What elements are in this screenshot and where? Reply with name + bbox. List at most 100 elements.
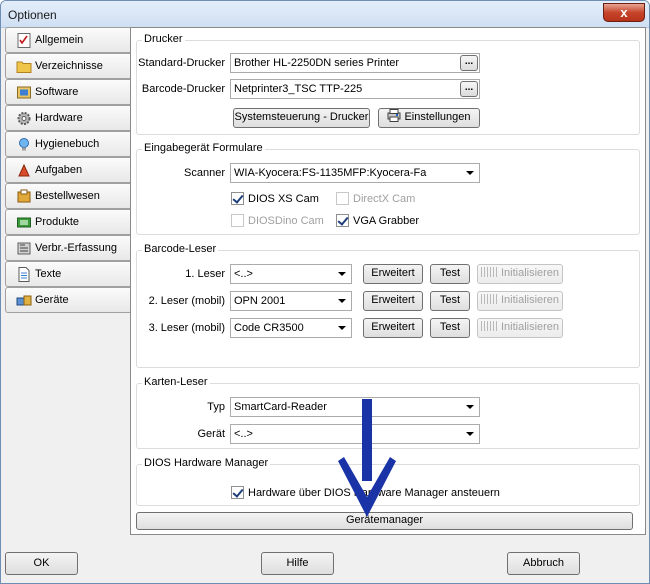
tab-geraete[interactable]: Geräte	[5, 287, 131, 313]
tab-label: Verbr.-Erfassung	[35, 242, 117, 254]
scanner-value: WIA-Kyocera:FS-1135MFP:Kyocera-Fa	[234, 167, 427, 179]
barcode-printer-field[interactable]: Netprinter3_TSC TTP-225	[230, 79, 480, 99]
group-title-dios-hardware-manager: DIOS Hardware Manager	[142, 457, 271, 469]
tab-produkte[interactable]: Produkte	[5, 209, 131, 235]
leser-2-value: OPN 2001	[234, 295, 286, 307]
devices-icon	[16, 295, 32, 306]
leser-1-erweitert-button[interactable]: Erweitert	[363, 264, 423, 284]
chevron-down-icon	[338, 299, 346, 303]
button-label: Initialisieren	[500, 321, 560, 333]
geraet-label: Gerät	[197, 428, 225, 440]
browse-barcode-printer-button[interactable]: ...	[460, 81, 478, 97]
tab-label: Produkte	[35, 216, 80, 228]
hilfe-button[interactable]: Hilfe	[261, 552, 334, 575]
checkbox-label: DirectX Cam	[353, 193, 416, 205]
scanner-label: Scanner	[184, 167, 225, 179]
tab-texte[interactable]: Texte	[5, 261, 131, 287]
checkbox-checked-icon	[231, 192, 244, 205]
tab-label: Hygienebuch	[35, 138, 100, 150]
chevron-down-icon	[466, 171, 474, 175]
annotation-arrow-icon	[338, 399, 396, 517]
leser-3-label: 3. Leser (mobil)	[148, 322, 225, 334]
checkbox-label: DIOS XS Cam	[248, 193, 319, 205]
close-button[interactable]: x	[603, 3, 645, 22]
software-box-icon	[17, 86, 31, 99]
vga-grabber-checkbox[interactable]: VGA Grabber	[336, 214, 419, 230]
tab-label: Bestellwesen	[35, 190, 100, 202]
tab-label: Hardware	[35, 112, 83, 124]
barcode-printer-label: Barcode-Drucker	[141, 83, 225, 95]
leser-2-erweitert-button[interactable]: Erweitert	[363, 291, 423, 311]
einstellungen-button[interactable]: Einstellungen	[378, 108, 480, 128]
barcode-icon	[480, 294, 499, 304]
button-label: Initialisieren	[500, 267, 560, 279]
group-title-drucker: Drucker	[142, 33, 185, 45]
checkbox-empty-icon	[231, 214, 244, 227]
abbruch-button[interactable]: Abbruch	[507, 552, 580, 575]
order-icon	[17, 189, 31, 203]
tab-hardware[interactable]: Hardware	[5, 105, 131, 131]
leser-3-initialisieren-button[interactable]: Initialisieren	[477, 318, 563, 338]
leser-3-value: Code CR3500	[234, 322, 304, 334]
tasks-icon	[18, 163, 30, 177]
title-bar[interactable]: Optionen x	[1, 1, 649, 28]
standard-printer-field[interactable]: Brother HL-2250DN series Printer	[230, 53, 480, 73]
chevron-down-icon	[338, 272, 346, 276]
consumption-icon	[17, 242, 31, 255]
tab-aufgaben[interactable]: Aufgaben	[5, 157, 131, 183]
close-icon: x	[620, 5, 628, 20]
leser-1-initialisieren-button[interactable]: Initialisieren	[477, 264, 563, 284]
folder-icon	[16, 61, 32, 73]
barcode-icon	[480, 321, 499, 331]
group-title-eingabegeraet: Eingabegerät Formulare	[142, 142, 265, 154]
dios-xs-cam-checkbox[interactable]: DIOS XS Cam	[231, 192, 319, 208]
document-icon	[18, 267, 30, 282]
button-label: Initialisieren	[500, 294, 560, 306]
ok-button[interactable]: OK	[5, 552, 78, 575]
scanner-select[interactable]: WIA-Kyocera:FS-1135MFP:Kyocera-Fa	[230, 163, 480, 183]
diosdino-cam-checkbox[interactable]: DIOSDino Cam	[231, 214, 324, 230]
directx-cam-checkbox[interactable]: DirectX Cam	[336, 192, 415, 208]
browse-standard-printer-button[interactable]: ...	[460, 55, 478, 71]
leser-2-select[interactable]: OPN 2001	[230, 291, 352, 311]
leser-1-value: <..>	[234, 268, 253, 280]
lightbulb-icon	[19, 138, 29, 151]
gear-icon	[17, 112, 31, 125]
tab-hygienebuch[interactable]: Hygienebuch	[5, 131, 131, 157]
options-dialog: Optionen x Allgemein Verzeichnisse Softw…	[0, 0, 650, 584]
geraet-value: <..>	[234, 428, 253, 440]
leser-3-erweitert-button[interactable]: Erweitert	[363, 318, 423, 338]
leser-1-label: 1. Leser	[185, 268, 225, 280]
tab-label: Verzeichnisse	[35, 60, 103, 72]
leser-3-select[interactable]: Code CR3500	[230, 318, 352, 338]
tab-verzeichnisse[interactable]: Verzeichnisse	[5, 53, 131, 79]
einstellungen-label: Einstellungen	[404, 111, 471, 123]
leser-2-test-button[interactable]: Test	[430, 291, 470, 311]
tab-bestellwesen[interactable]: Bestellwesen	[5, 183, 131, 209]
tab-label: Software	[35, 86, 79, 98]
tab-allgemein[interactable]: Allgemein	[5, 27, 131, 53]
tab-label: Aufgaben	[35, 164, 83, 176]
tab-label: Geräte	[35, 294, 69, 306]
leser-2-initialisieren-button[interactable]: Initialisieren	[477, 291, 563, 311]
group-drucker: Drucker Standard-Drucker Brother HL-2250…	[136, 33, 640, 135]
systemsteuerung-drucker-button[interactable]: Systemsteuerung - Drucker	[233, 108, 370, 128]
barcode-icon	[480, 267, 499, 277]
checklist-icon	[17, 33, 31, 48]
tab-label: Allgemein	[35, 34, 84, 46]
leser-1-test-button[interactable]: Test	[430, 264, 470, 284]
typ-label: Typ	[207, 401, 225, 413]
printer-settings-icon	[387, 109, 401, 122]
leser-1-select[interactable]: <..>	[230, 264, 352, 284]
tab-verbr-erfassung[interactable]: Verbr.-Erfassung	[5, 235, 131, 261]
chevron-down-icon	[466, 405, 474, 409]
standard-printer-label: Standard-Drucker	[138, 57, 225, 69]
checkbox-label: VGA Grabber	[353, 215, 420, 227]
group-barcode-leser: Barcode-Leser 1. Leser <..> Erweitert Te…	[136, 243, 640, 368]
checkbox-checked-icon	[336, 214, 349, 227]
group-eingabegeraet: Eingabegerät Formulare Scanner WIA-Kyoce…	[136, 142, 640, 235]
chevron-down-icon	[338, 326, 346, 330]
leser-3-test-button[interactable]: Test	[430, 318, 470, 338]
typ-value: SmartCard-Reader	[234, 401, 327, 413]
tab-software[interactable]: Software	[5, 79, 131, 105]
